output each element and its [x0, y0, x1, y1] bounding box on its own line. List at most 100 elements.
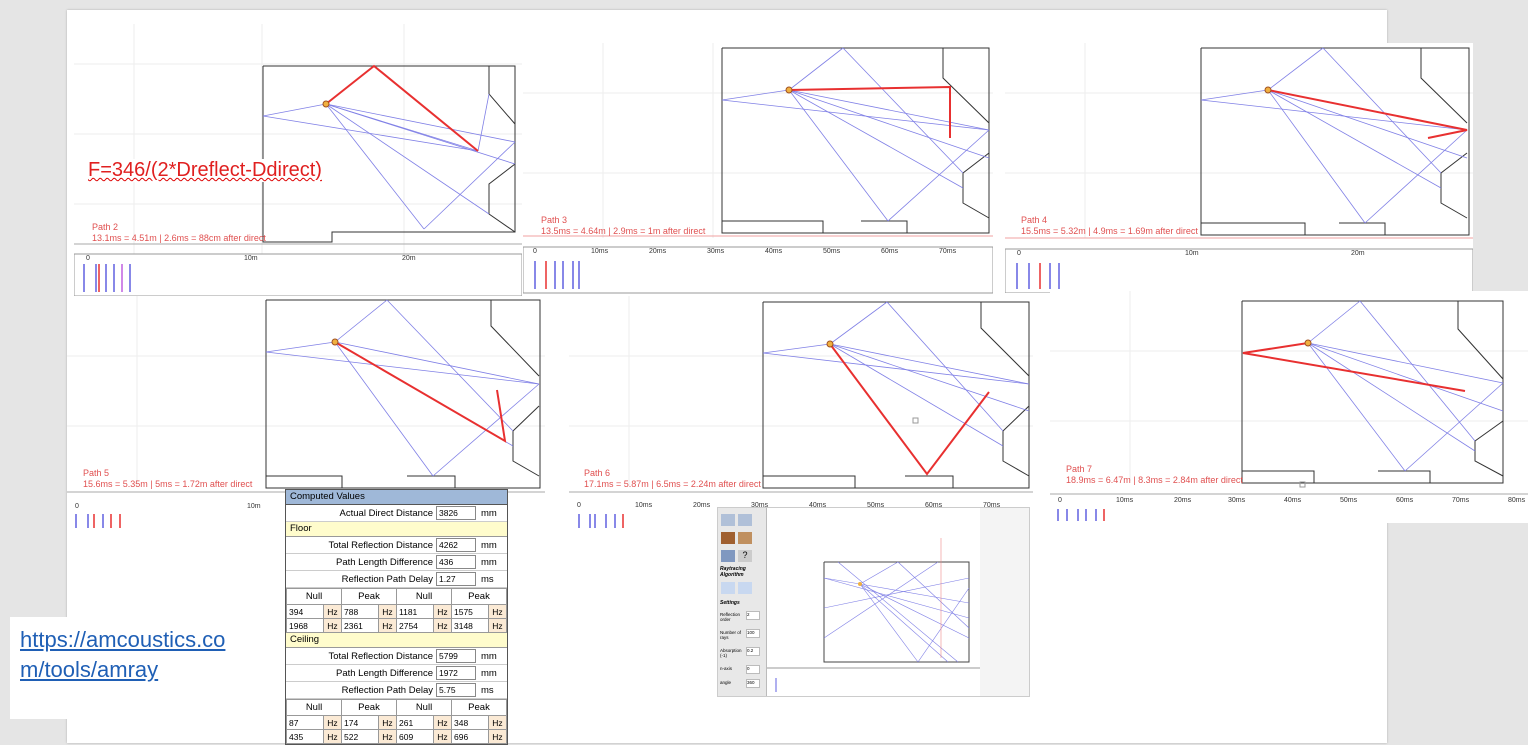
col-header: Peak — [451, 699, 507, 716]
axis-tick: 0 — [533, 248, 537, 255]
sidebar-label: Settings — [720, 600, 740, 606]
hz-unit: Hz — [433, 729, 452, 744]
axis-tick: 50ms — [823, 248, 841, 255]
col-header: Peak — [341, 588, 397, 605]
hz-unit: Hz — [378, 618, 397, 633]
path-panel-6: Path 6 17.1ms = 5.87m | 6.5ms = 2.24m af… — [569, 296, 1033, 532]
floor-row-field[interactable]: 4262 — [436, 538, 476, 552]
axis-tick: 10m — [244, 255, 258, 262]
help-icon[interactable]: ? — [738, 550, 752, 562]
hz-unit: Hz — [433, 618, 452, 633]
axis-tick: 20m — [1351, 250, 1365, 257]
setting-field[interactable]: 100 — [746, 629, 760, 638]
unit-label: ms — [481, 573, 494, 585]
ceiling-row-label: Reflection Path Delay — [341, 684, 433, 696]
tool-icon[interactable] — [738, 514, 752, 526]
table-cell: 435 — [286, 729, 324, 744]
table-cell: 788 — [341, 604, 379, 619]
col-header: Null — [286, 699, 342, 716]
floor-row: Path Length Difference 436 mm — [286, 554, 507, 571]
axis-tick: 20ms — [649, 248, 667, 255]
path-caption: 15.5ms = 5.32m | 4.9ms = 1.69m after dir… — [1021, 226, 1198, 236]
path-caption: 18.9ms = 6.47m | 8.3ms = 2.84m after dir… — [1066, 475, 1243, 485]
sidebar-label: angle — [720, 680, 732, 685]
amray-link[interactable]: https://amcoustics.com/tools/amray — [20, 625, 245, 685]
axis-tick: 0 — [75, 503, 79, 510]
direct-distance-field[interactable]: 3826 — [436, 506, 476, 520]
axis-tick: 40ms — [765, 248, 783, 255]
ceiling-row-field[interactable]: 1972 — [436, 666, 476, 680]
computed-values-title: Computed Values — [286, 490, 507, 505]
setting-field[interactable]: 2 — [746, 611, 760, 620]
sidebar-label: Number of rays — [720, 630, 742, 640]
table-cell: 1181 — [396, 604, 434, 619]
axis-tick: 40ms — [1284, 497, 1302, 504]
axis-tick: 70ms — [1452, 497, 1470, 504]
tool-icon[interactable] — [721, 532, 735, 544]
col-header: Null — [396, 588, 452, 605]
unit-label: ms — [481, 684, 494, 696]
axis-tick: 30ms — [1228, 497, 1246, 504]
path-label: Path 4 — [1021, 215, 1048, 225]
path-caption: 13.1ms = 4.51m | 2.6ms = 88cm after dire… — [92, 233, 266, 243]
formula-text: F=346/(2*Dreflect-Ddirect) — [84, 159, 326, 182]
setting-field[interactable]: 0.2 — [746, 647, 760, 656]
tool-icon[interactable] — [721, 550, 735, 562]
axis-tick: 0 — [577, 502, 581, 509]
table-cell: 87 — [286, 715, 324, 730]
hz-unit: Hz — [488, 618, 507, 633]
axis-tick: 20ms — [693, 502, 711, 509]
ceiling-row-label: Total Reflection Distance — [328, 650, 433, 662]
path-caption: 13.5ms = 4.64m | 2.9ms = 1m after direct — [541, 226, 706, 236]
ceiling-row: Path Length Difference 1972 mm — [286, 665, 507, 682]
sidebar-label: Raytracing Algorithm — [720, 566, 746, 578]
table-cell: 174 — [341, 715, 379, 730]
axis-tick: 0 — [1058, 497, 1062, 504]
tool-icon[interactable] — [738, 532, 752, 544]
setting-field[interactable]: 360 — [746, 679, 760, 688]
mode-icon[interactable] — [738, 582, 752, 594]
floor-row-field[interactable]: 436 — [436, 555, 476, 569]
path-panel-7: Path 7 18.9ms = 6.47m | 8.3ms = 2.84m af… — [1050, 291, 1528, 523]
col-header: Peak — [451, 588, 507, 605]
path-panel-4: Path 4 15.5ms = 5.32m | 4.9ms = 1.69m af… — [1005, 43, 1473, 293]
hz-unit: Hz — [378, 604, 397, 619]
axis-tick: 10ms — [1116, 497, 1134, 504]
axis-tick: 20m — [402, 255, 416, 262]
app-sidebar: ? Raytracing Algorithm Settings Reflecti… — [718, 508, 767, 696]
table-cell: 1575 — [451, 604, 489, 619]
ceiling-row: Reflection Path Delay 5.75 ms — [286, 682, 507, 699]
path-label: Path 3 — [541, 215, 568, 225]
col-header: Peak — [341, 699, 397, 716]
ceiling-row-field[interactable]: 5799 — [436, 649, 476, 663]
mode-icon[interactable] — [721, 582, 735, 594]
unit-label: mm — [481, 650, 497, 662]
tool-icon[interactable] — [721, 514, 735, 526]
ceiling-section-title: Ceiling — [286, 633, 507, 648]
path-label: Path 6 — [584, 468, 611, 478]
floor-row-field[interactable]: 1.27 — [436, 572, 476, 586]
table-cell: 2361 — [341, 618, 379, 633]
table-cell: 3148 — [451, 618, 489, 633]
setting-field[interactable]: 0 — [746, 665, 760, 674]
hz-unit: Hz — [378, 715, 397, 730]
axis-tick: 20ms — [1174, 497, 1192, 504]
hz-unit: Hz — [323, 618, 342, 633]
axis-tick: 60ms — [881, 248, 899, 255]
axis-tick: 10m — [1185, 250, 1199, 257]
ceiling-null-peak-table: Null Peak Null Peak 87 Hz 174 Hz 261 Hz 348… — [286, 699, 507, 744]
hz-unit: Hz — [488, 715, 507, 730]
ceiling-row-field[interactable]: 5.75 — [436, 683, 476, 697]
sidebar-label: Absorption (-1) — [720, 648, 742, 658]
col-header: Null — [396, 699, 452, 716]
floor-row: Reflection Path Delay 1.27 ms — [286, 571, 507, 588]
axis-tick: 60ms — [1396, 497, 1414, 504]
path-caption: 15.6ms = 5.35m | 5ms = 1.72m after direc… — [83, 479, 253, 489]
hz-unit: Hz — [488, 604, 507, 619]
unit-label: mm — [481, 556, 497, 568]
table-cell: 2754 — [396, 618, 434, 633]
link-box: https://amcoustics.com/tools/amray — [10, 617, 250, 719]
table-cell: 394 — [286, 604, 324, 619]
col-header: Null — [286, 588, 342, 605]
floor-row-label: Path Length Difference — [335, 556, 433, 568]
